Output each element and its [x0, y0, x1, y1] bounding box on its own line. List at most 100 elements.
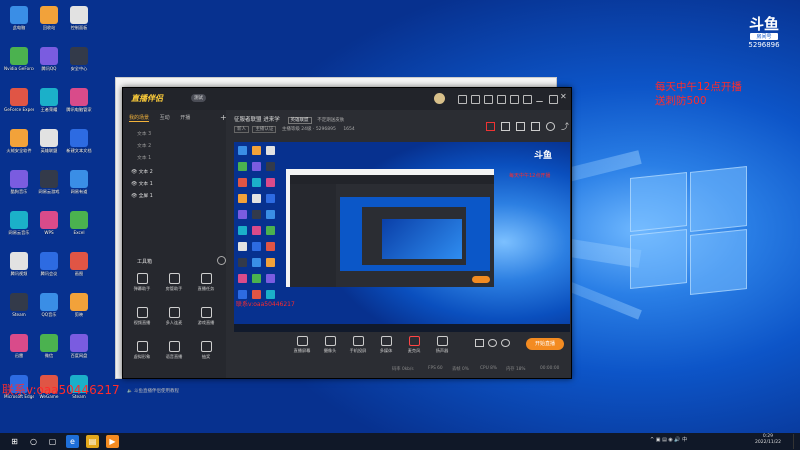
desktop-icon[interactable]: Nvidia GeForce Experience	[4, 47, 34, 79]
tool-icon	[200, 307, 212, 318]
tool-button[interactable]: 房管助手	[161, 273, 187, 297]
desktop-icon[interactable]: 英雄联盟	[34, 129, 64, 161]
desktop-icon[interactable]: 新建文本文档	[64, 129, 94, 161]
tool-button[interactable]: 弹幕助手	[129, 273, 155, 297]
desktop-icon[interactable]: 腾讯电脑管家	[64, 88, 94, 120]
tab-broadcast[interactable]: 开播	[180, 115, 190, 121]
desktop-icon[interactable]: 百度网盘	[64, 334, 94, 366]
preview-desktop-icon	[252, 194, 261, 203]
close-icon[interactable]: ✕	[560, 92, 567, 101]
desktop-icon[interactable]: 酷狗音乐	[4, 170, 34, 202]
show-desktop-button[interactable]	[793, 434, 799, 449]
scene-item[interactable]: 👁 文本 2	[131, 168, 153, 175]
tool-button[interactable]: 游戏直播	[193, 307, 219, 331]
desktop-icon[interactable]: 画图	[64, 252, 94, 284]
desktop-icon[interactable]: 王者荣耀	[34, 88, 64, 120]
desktop-icon[interactable]: Steam	[4, 293, 34, 325]
app-title-bar[interactable]: 直播伴侣 测试 ✕	[123, 88, 571, 110]
eye-icon[interactable]	[488, 339, 497, 347]
tool-button[interactable]: 语音直播	[161, 341, 187, 365]
live-preview[interactable]: 斗鱼 每天中午12点开播 联系v:oaa50446217	[234, 142, 570, 332]
lock-icon[interactable]	[501, 122, 510, 131]
desktop-icon[interactable]: 腾讯QQ	[34, 47, 64, 79]
desktop-icon[interactable]: 回收站	[34, 6, 64, 38]
minimize-icon[interactable]	[536, 98, 543, 102]
effects-icon[interactable]	[531, 122, 540, 131]
desktop-icon[interactable]: 腾讯会议	[34, 252, 64, 284]
gear-icon[interactable]	[501, 339, 510, 347]
clock[interactable]: 0:29 2022/11/22	[755, 434, 781, 446]
add-scene-icon[interactable]: +	[220, 113, 227, 122]
share-icon[interactable]: ⤴	[561, 121, 569, 132]
desktop-icon[interactable]: Excel	[64, 211, 94, 243]
tool-button[interactable]: 虚拟形象	[129, 341, 155, 365]
category-tag[interactable]: 英雄联盟	[287, 117, 312, 124]
source-label: 麦克风	[407, 348, 421, 353]
help-icon[interactable]	[523, 95, 532, 104]
start-live-button[interactable]: 开始直播	[526, 338, 564, 350]
scene-item[interactable]: 文本 3	[137, 130, 151, 137]
desktop-icon[interactable]: 微信	[34, 334, 64, 366]
preview-desktop-icon	[252, 226, 261, 235]
skin-icon[interactable]	[458, 95, 467, 104]
avatar[interactable]	[434, 93, 445, 104]
desktop-icon[interactable]: 网易云音乐	[4, 211, 34, 243]
task-view-icon[interactable]: ▢	[46, 435, 59, 448]
tab-scenes[interactable]: 我的场景	[129, 115, 150, 122]
scene-item[interactable]: 文本 2	[137, 142, 151, 149]
image-icon[interactable]	[516, 122, 525, 131]
gift-icon[interactable]	[486, 122, 495, 131]
desktop-icon[interactable]: 网易有道	[64, 170, 94, 202]
tool-button[interactable]: 视频直播	[129, 307, 155, 331]
desktop-icon[interactable]: WPS	[34, 211, 64, 243]
desktop-icon[interactable]: 剪映	[64, 293, 94, 325]
tool-button[interactable]: 多人连麦	[161, 307, 187, 331]
desktop-icon[interactable]: 火绒安全软件	[4, 129, 34, 161]
edge-icon[interactable]: e	[66, 435, 79, 448]
tool-button[interactable]: 抽奖	[193, 341, 219, 365]
source-button[interactable]: 手机投屏	[346, 336, 370, 354]
tray-icons[interactable]: ^ ▣ ▤ ◉ 🔊 中	[650, 436, 687, 443]
douyu-room-label: 房间号	[750, 33, 778, 40]
source-icon	[436, 336, 448, 346]
version-badge[interactable]: 测试	[191, 94, 206, 102]
desktop-icon[interactable]: GeForce Experience	[4, 88, 34, 120]
explorer-icon[interactable]: ▤	[86, 435, 99, 448]
desktop-icon[interactable]: 安全中心	[64, 47, 94, 79]
source-button[interactable]: 摄像头	[318, 336, 342, 354]
desktop-icon[interactable]: 此电脑	[4, 6, 34, 38]
live-companion-taskbar-icon[interactable]: ▶	[106, 435, 119, 448]
message-icon[interactable]	[471, 95, 480, 104]
shirt-icon[interactable]	[510, 95, 519, 104]
source-button[interactable]: 麦克风	[402, 336, 426, 354]
stream-title[interactable]: 征服者联盟 进来学 英雄联盟 不定期送皮肤	[234, 115, 344, 124]
source-label: 手机投屏	[349, 348, 367, 353]
preview-contact: 联系v:oaa50446217	[236, 301, 295, 308]
camera-toggle-icon[interactable]	[475, 339, 484, 347]
maximize-icon[interactable]	[549, 95, 558, 104]
search-icon[interactable]: ○	[27, 435, 40, 448]
toolbox-toggle-icon[interactable]	[217, 256, 226, 265]
desktop-icon-label: 火绒安全软件	[6, 148, 32, 153]
desktop-icon[interactable]: 网易云游戏	[34, 170, 64, 202]
scene-item[interactable]: 文本 1	[137, 154, 151, 161]
desktop-icon[interactable]: 控制面板	[64, 6, 94, 38]
scene-item[interactable]: 👁 全屏 1	[131, 192, 153, 199]
desktop-icon[interactable]: QQ音乐	[34, 293, 64, 325]
source-label: 扬声器	[435, 348, 449, 353]
tutorial-notice[interactable]: 🔈 斗鱼直播伴侣使用教程	[127, 388, 179, 394]
chat-icon[interactable]	[484, 95, 493, 104]
source-button[interactable]: 扬声器	[430, 336, 454, 354]
scene-item[interactable]: 👁 文本 1	[131, 180, 153, 187]
settings-icon[interactable]	[497, 95, 506, 104]
source-button[interactable]: 多媒体	[374, 336, 398, 354]
source-button[interactable]: 直播屏幕	[290, 336, 314, 354]
start-icon[interactable]: ⊞	[8, 435, 21, 448]
desktop-icon[interactable]: 腾讯视频	[4, 252, 34, 284]
tool-button[interactable]: 直播任务	[193, 273, 219, 297]
tab-interact[interactable]: 互动	[160, 115, 170, 121]
live-companion-window[interactable]: 直播伴侣 测试 ✕ 我的场景 互动 开播 + 文本 3 文本 2 文本 1 👁 …	[122, 87, 572, 394]
desktop-icon-label: 迅雷	[14, 353, 24, 358]
bell-icon[interactable]	[546, 122, 555, 131]
desktop-icon[interactable]: 迅雷	[4, 334, 34, 366]
